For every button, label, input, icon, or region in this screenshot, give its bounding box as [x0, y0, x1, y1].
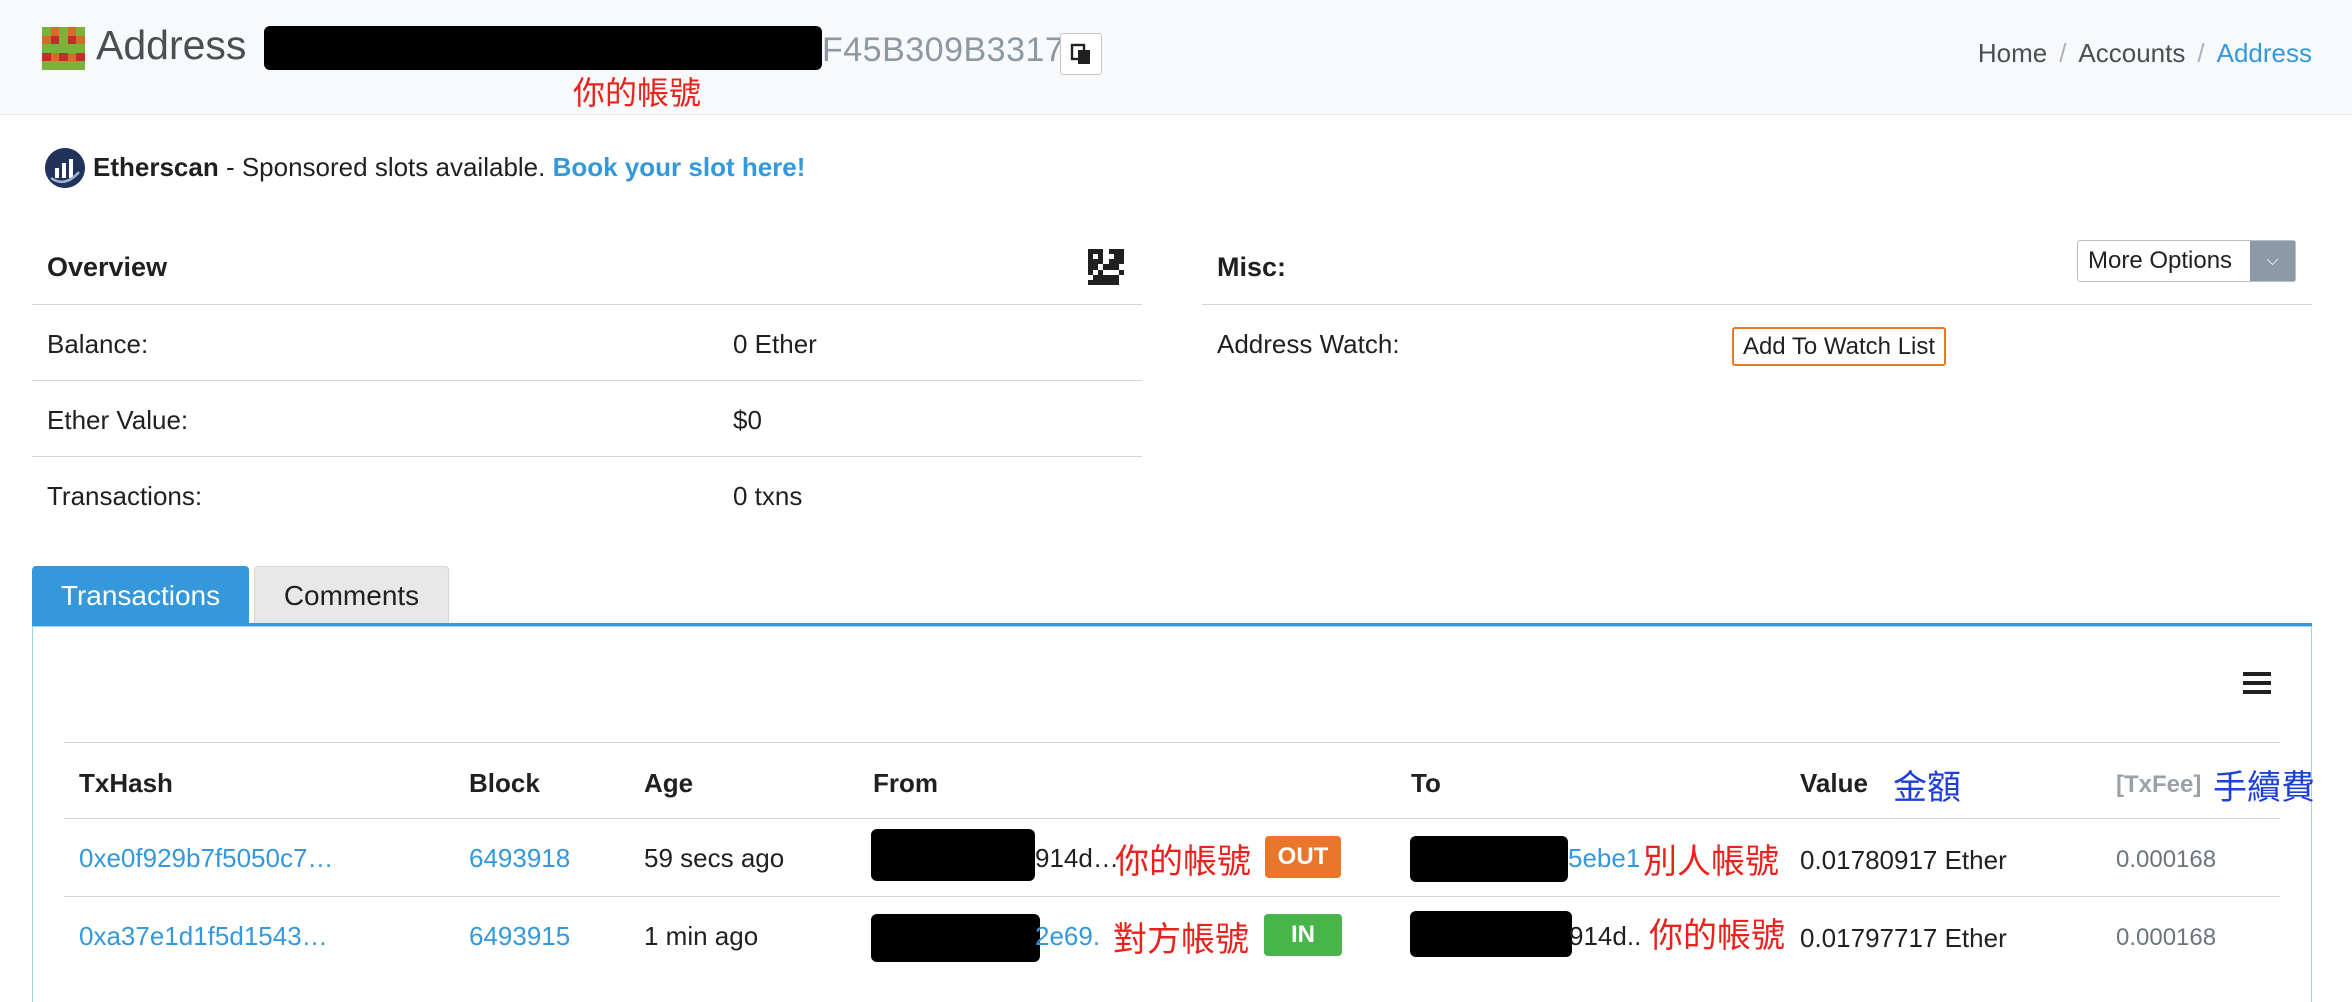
redacted-address: [264, 26, 822, 70]
divider: [32, 380, 1142, 381]
from-address-tail[interactable]: 914d…: [1035, 843, 1119, 874]
balance-value: 0 Ether: [733, 329, 817, 359]
header-txfee[interactable]: [TxFee]: [2116, 771, 2201, 799]
annotation-value: 金額: [1893, 768, 1961, 808]
breadcrumb-accounts[interactable]: Accounts: [2078, 38, 2185, 69]
divider: [32, 304, 1142, 305]
direction-badge-out: OUT: [1265, 836, 1341, 878]
header-block: Block: [469, 768, 540, 798]
misc-title: Misc:: [1217, 252, 1287, 282]
header-txhash: TxHash: [79, 768, 173, 798]
annotation-from: 對方帳號: [1113, 920, 1249, 960]
tx-age: 1 min ago: [644, 921, 759, 951]
direction-badge-in: IN: [1264, 914, 1342, 956]
address-hash: F45B309B3317: [822, 31, 1065, 69]
tx-value: 0.01780917 Ether: [1800, 845, 2007, 875]
to-address-link[interactable]: 5ebe1: [1568, 843, 1640, 874]
breadcrumb-separator: /: [2059, 38, 2067, 68]
address-watch-label: Address Watch:: [1217, 329, 1400, 359]
ether-value-label: Ether Value:: [47, 405, 189, 435]
sponsor-brand: Etherscan: [93, 152, 219, 182]
add-to-watch-list-button[interactable]: Add To Watch List: [1732, 327, 1946, 366]
breadcrumb-separator: /: [2197, 38, 2205, 68]
annotation-fee: 手續費: [2213, 768, 2315, 808]
page-title: Address: [96, 22, 247, 68]
from-address-link[interactable]: 2e69.: [1035, 921, 1100, 952]
etherscan-logo-icon: [45, 148, 85, 188]
more-options-label: More Options: [2088, 247, 2233, 274]
header-to: To: [1411, 768, 1441, 798]
tab-comments[interactable]: Comments: [254, 566, 449, 625]
block-link[interactable]: 6493918: [469, 843, 570, 874]
redacted-from-address: [871, 829, 1035, 881]
header-from: From: [873, 768, 938, 798]
divider: [32, 456, 1142, 457]
to-address-tail[interactable]: 914d..: [1569, 921, 1641, 952]
sponsor-banner: Etherscan - Sponsored slots available. B…: [93, 152, 805, 183]
breadcrumb: Home / Accounts / Address: [1978, 38, 2312, 69]
copy-icon: [1070, 43, 1090, 64]
transactions-value: 0 txns: [733, 481, 803, 511]
tx-value: 0.01797717 Ether: [1800, 923, 2007, 953]
tx-age: 59 secs ago: [644, 843, 785, 873]
more-options-dropdown[interactable]: More Options ⌵: [2077, 240, 2296, 282]
table-header-border: [64, 818, 2280, 819]
breadcrumb-address[interactable]: Address: [2217, 38, 2312, 69]
ether-value-value: $0: [733, 405, 762, 435]
qr-code-icon[interactable]: [1088, 249, 1124, 285]
breadcrumb-home[interactable]: Home: [1978, 38, 2047, 69]
annotation-to: 你的帳號: [1649, 916, 1785, 956]
divider: [1202, 304, 2312, 305]
identicon-icon: [42, 27, 85, 70]
balance-label: Balance:: [47, 329, 149, 359]
annotation-from: 你的帳號: [1115, 842, 1251, 882]
redacted-from-address: [871, 914, 1040, 962]
transactions-label: Transactions:: [47, 481, 203, 511]
tx-fee: 0.000168: [2116, 846, 2217, 873]
tab-transactions[interactable]: Transactions: [32, 566, 249, 625]
annotation-to: 別人帳號: [1643, 842, 1779, 882]
tx-hash-link[interactable]: 0xa37e1d1f5d1543…: [79, 921, 328, 952]
sponsor-link[interactable]: Book your slot here!: [553, 152, 806, 182]
table-row-border: [64, 896, 2280, 897]
redacted-to-address: [1410, 836, 1568, 882]
annotation-your-account: 你的帳號: [573, 74, 702, 112]
block-link[interactable]: 6493915: [469, 921, 570, 952]
header-value: Value: [1800, 768, 1868, 798]
header-age: Age: [644, 768, 694, 798]
table-top-border: [64, 742, 2280, 743]
tx-fee: 0.000168: [2116, 924, 2217, 951]
menu-icon[interactable]: [2243, 672, 2271, 694]
copy-address-button[interactable]: [1060, 33, 1102, 75]
redacted-to-address: [1410, 911, 1572, 957]
tx-hash-link[interactable]: 0xe0f929b7f5050c7…: [79, 843, 333, 874]
overview-title: Overview: [47, 252, 168, 282]
chevron-down-icon: ⌵: [2250, 241, 2295, 281]
sponsor-text: - Sponsored slots available.: [218, 152, 553, 182]
